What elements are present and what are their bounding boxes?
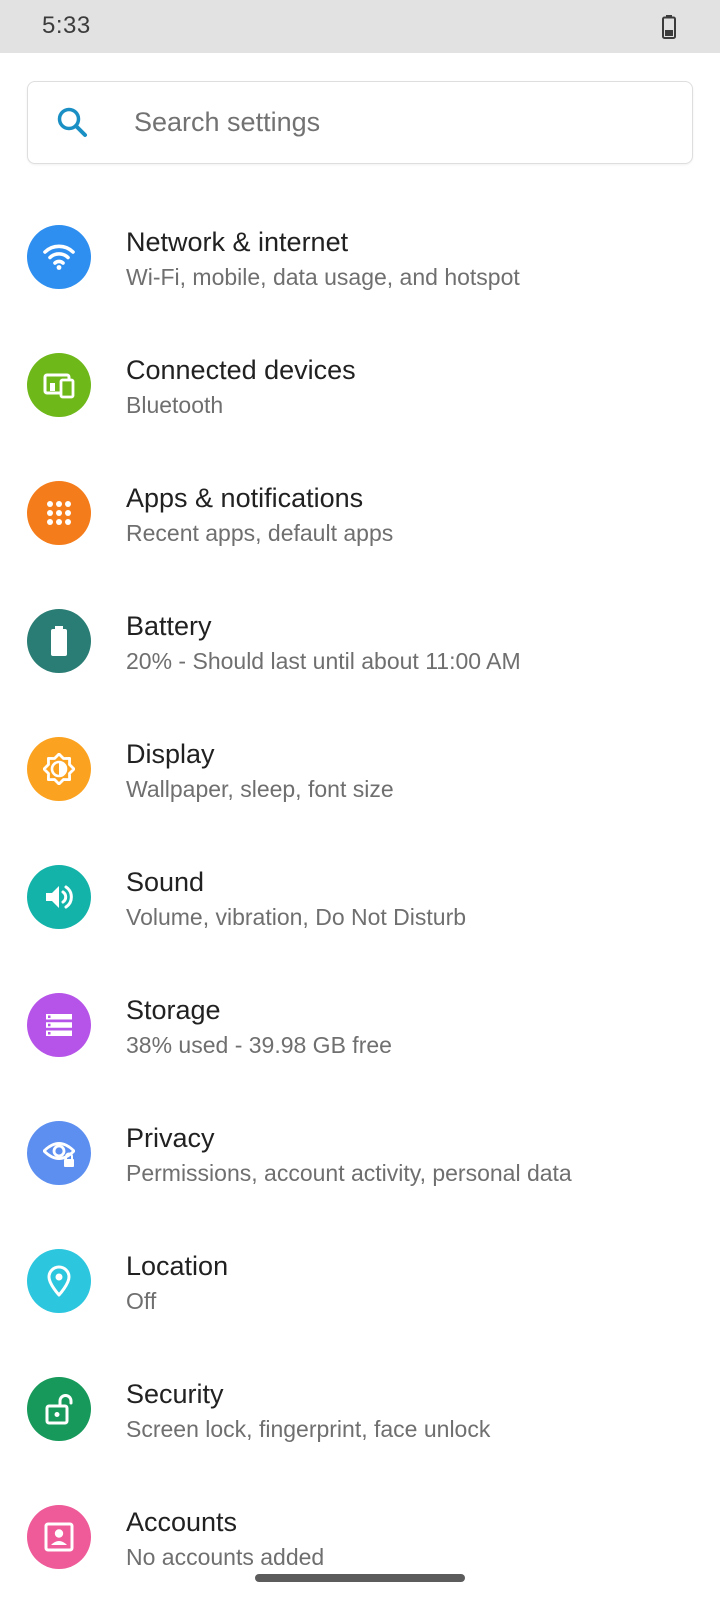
location-pin-icon bbox=[47, 1265, 71, 1297]
settings-item-title: Location bbox=[126, 1251, 229, 1281]
settings-item-title: Display bbox=[126, 739, 215, 769]
settings-item-title: Connected devices bbox=[126, 355, 356, 385]
unlock-icon bbox=[45, 1394, 73, 1425]
settings-item-subtitle: Off bbox=[126, 1288, 157, 1314]
settings-item-title: Security bbox=[126, 1379, 224, 1409]
settings-item-subtitle: Screen lock, fingerprint, face unlock bbox=[126, 1416, 491, 1442]
settings-list: Network & internet Wi-Fi, mobile, data u… bbox=[0, 193, 720, 1600]
settings-item-network[interactable]: Network & internet Wi-Fi, mobile, data u… bbox=[0, 193, 720, 321]
privacy-eye-icon bbox=[43, 1142, 75, 1167]
settings-item-subtitle: Wallpaper, sleep, font size bbox=[126, 776, 394, 802]
status-time: 5:33 bbox=[42, 12, 91, 39]
settings-item-icon-bg bbox=[27, 1121, 91, 1185]
settings-item-subtitle: Wi-Fi, mobile, data usage, and hotspot bbox=[126, 264, 520, 290]
settings-item-battery[interactable]: Battery 20% - Should last until about 11… bbox=[0, 577, 720, 705]
battery-icon bbox=[662, 15, 676, 39]
settings-item-icon-bg bbox=[27, 993, 91, 1057]
settings-item-subtitle: Permissions, account activity, personal … bbox=[126, 1160, 572, 1186]
storage-icon bbox=[46, 1014, 72, 1036]
settings-item-icon-bg bbox=[27, 353, 91, 417]
settings-item-subtitle: 20% - Should last until about 11:00 AM bbox=[126, 648, 521, 674]
settings-item-icon-bg bbox=[27, 481, 91, 545]
status-bar: 5:33 bbox=[0, 0, 720, 53]
settings-item-title: Battery bbox=[126, 611, 212, 641]
settings-item-icon-bg bbox=[27, 1377, 91, 1441]
settings-item-icon-bg bbox=[27, 225, 91, 289]
search-input[interactable] bbox=[134, 82, 654, 163]
wifi-icon bbox=[43, 244, 75, 270]
settings-screen: 5:33 Network & internet Wi-Fi, m bbox=[0, 0, 720, 1600]
settings-item-icon-bg bbox=[27, 609, 91, 673]
search-icon bbox=[57, 107, 87, 137]
settings-item-security[interactable]: Security Screen lock, fingerprint, face … bbox=[0, 1345, 720, 1473]
settings-item-subtitle: Bluetooth bbox=[126, 392, 224, 418]
settings-item-subtitle: Recent apps, default apps bbox=[126, 520, 394, 546]
settings-item-storage[interactable]: Storage 38% used - 39.98 GB free bbox=[0, 961, 720, 1089]
settings-item-title: Storage bbox=[126, 995, 221, 1025]
settings-item-icon-bg bbox=[27, 1505, 91, 1569]
search-bar[interactable] bbox=[27, 81, 693, 164]
settings-item-location[interactable]: Location Off bbox=[0, 1217, 720, 1345]
battery-icon bbox=[51, 626, 67, 656]
settings-item-title: Network & internet bbox=[126, 227, 349, 257]
account-icon bbox=[44, 1522, 74, 1552]
settings-item-icon-bg bbox=[27, 737, 91, 801]
settings-item-title: Accounts bbox=[126, 1507, 238, 1537]
settings-item-subtitle: 38% used - 39.98 GB free bbox=[126, 1032, 392, 1058]
settings-item-sound[interactable]: Sound Volume, vibration, Do Not Disturb bbox=[0, 833, 720, 961]
settings-item-apps[interactable]: Apps & notifications Recent apps, defaul… bbox=[0, 449, 720, 577]
settings-item-title: Apps & notifications bbox=[126, 483, 364, 513]
settings-item-display[interactable]: Display Wallpaper, sleep, font size bbox=[0, 705, 720, 833]
settings-item-subtitle: No accounts added bbox=[126, 1544, 325, 1570]
settings-item-privacy[interactable]: Privacy Permissions, account activity, p… bbox=[0, 1089, 720, 1217]
volume-icon bbox=[46, 885, 73, 909]
gesture-handle[interactable] bbox=[255, 1574, 465, 1582]
settings-item-icon-bg bbox=[27, 1249, 91, 1313]
settings-item-title: Sound bbox=[126, 867, 205, 897]
settings-item-connected-devices[interactable]: Connected devices Bluetooth bbox=[0, 321, 720, 449]
settings-item-title: Privacy bbox=[126, 1123, 215, 1153]
apps-grid-icon bbox=[47, 501, 71, 525]
settings-item-icon-bg bbox=[27, 865, 91, 929]
devices-icon bbox=[43, 373, 75, 399]
brightness-icon bbox=[43, 753, 75, 785]
settings-item-subtitle: Volume, vibration, Do Not Disturb bbox=[126, 904, 467, 930]
